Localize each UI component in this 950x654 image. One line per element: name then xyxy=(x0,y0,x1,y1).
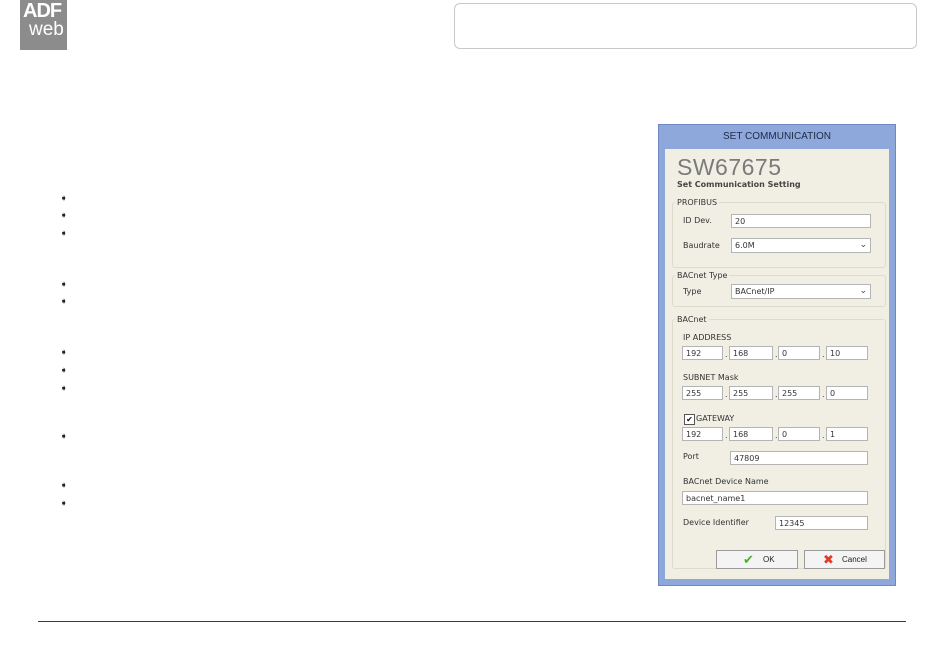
type-label: Type xyxy=(683,287,702,296)
port-input[interactable]: 47809 xyxy=(730,451,868,465)
cancel-button[interactable]: ✖ Cancel xyxy=(804,550,885,569)
baudrate-label: Baudrate xyxy=(683,241,720,250)
ip-octet-2[interactable]: 168 xyxy=(729,346,773,360)
bacnet-legend: BACnet xyxy=(677,315,707,324)
chevron-down-icon: ⌄ xyxy=(859,240,867,250)
bullet-arrow-icon: ➧ xyxy=(60,211,68,221)
cancel-label: Cancel xyxy=(842,555,867,564)
bullet-arrow-icon: ➧ xyxy=(60,280,68,290)
type-value: BACnet/IP xyxy=(735,287,775,296)
profibus-legend: PROFIBUS xyxy=(677,198,718,207)
baudrate-select[interactable]: 6.0M ⌄ xyxy=(731,238,871,253)
gateway-octet-3[interactable]: 0 xyxy=(778,427,820,441)
subnet-octet-1[interactable]: 255 xyxy=(682,386,723,400)
ip-separator: . xyxy=(725,431,728,440)
ip-separator: . xyxy=(822,350,825,359)
device-name-input[interactable]: bacnet_name1 xyxy=(682,491,868,505)
gateway-label: GATEWAY xyxy=(696,414,735,423)
baudrate-value: 6.0M xyxy=(735,241,755,250)
device-identifier-label: Device Identifier xyxy=(683,518,749,527)
device-name-label: BACnet Device Name xyxy=(683,477,769,486)
profibus-group: PROFIBUS xyxy=(672,198,886,268)
port-label: Port xyxy=(683,452,699,461)
gateway-octet-4[interactable]: 1 xyxy=(826,427,868,441)
gateway-octet-1[interactable]: 192 xyxy=(682,427,723,441)
bullet-arrow-icon: ➧ xyxy=(60,297,68,307)
device-identifier-input[interactable]: 12345 xyxy=(775,516,868,530)
ip-separator: . xyxy=(822,390,825,399)
close-icon: ✖ xyxy=(823,552,834,567)
footer-divider xyxy=(38,621,906,622)
bacnet-type-legend: BACnet Type xyxy=(677,271,728,280)
bullet-arrow-icon: ➧ xyxy=(60,384,68,394)
bullet-arrow-icon: ➧ xyxy=(60,366,68,376)
bullet-arrow-icon: ➧ xyxy=(60,194,68,204)
subnet-octet-2[interactable]: 255 xyxy=(729,386,773,400)
id-dev-label: ID Dev. xyxy=(683,216,712,225)
chevron-down-icon: ⌄ xyxy=(859,286,867,296)
bullet-arrow-icon: ➧ xyxy=(60,229,68,239)
ip-separator: . xyxy=(725,350,728,359)
ok-button[interactable]: ✔ OK xyxy=(716,550,798,569)
ip-separator: . xyxy=(822,431,825,440)
bullet-arrow-icon: ➧ xyxy=(60,481,68,491)
subnet-octet-3[interactable]: 255 xyxy=(778,386,820,400)
set-communication-dialog: SET COMMUNICATION SW67675 Set Communicat… xyxy=(658,124,896,586)
gateway-checkbox[interactable]: ✔ xyxy=(684,414,695,425)
adfweb-logo: ADF web xyxy=(20,0,67,50)
subnet-mask-label: SUBNET Mask xyxy=(683,373,739,382)
ip-octet-3[interactable]: 0 xyxy=(778,346,820,360)
ip-octet-4[interactable]: 10 xyxy=(826,346,868,360)
ip-separator: . xyxy=(725,390,728,399)
gateway-octet-2[interactable]: 168 xyxy=(729,427,773,441)
product-title: SW67675 xyxy=(677,154,782,180)
check-icon: ✔ xyxy=(743,552,754,567)
header-box xyxy=(454,3,917,49)
subnet-octet-4[interactable]: 0 xyxy=(826,386,868,400)
dialog-subtitle: Set Communication Setting xyxy=(677,180,801,189)
id-dev-input[interactable]: 20 xyxy=(731,214,871,228)
ip-octet-1[interactable]: 192 xyxy=(682,346,723,360)
ip-address-label: IP ADDRESS xyxy=(683,333,732,342)
dialog-title: SET COMMUNICATION xyxy=(723,131,831,142)
bullet-arrow-icon: ➧ xyxy=(60,348,68,358)
bullet-arrow-icon: ➧ xyxy=(60,499,68,509)
logo-text-bottom: web xyxy=(29,19,64,40)
bullet-arrow-icon: ➧ xyxy=(60,432,68,442)
dialog-body: SW67675 Set Communication Setting PROFIB… xyxy=(665,149,889,579)
ok-label: OK xyxy=(763,555,775,564)
type-select[interactable]: BACnet/IP ⌄ xyxy=(731,284,871,299)
